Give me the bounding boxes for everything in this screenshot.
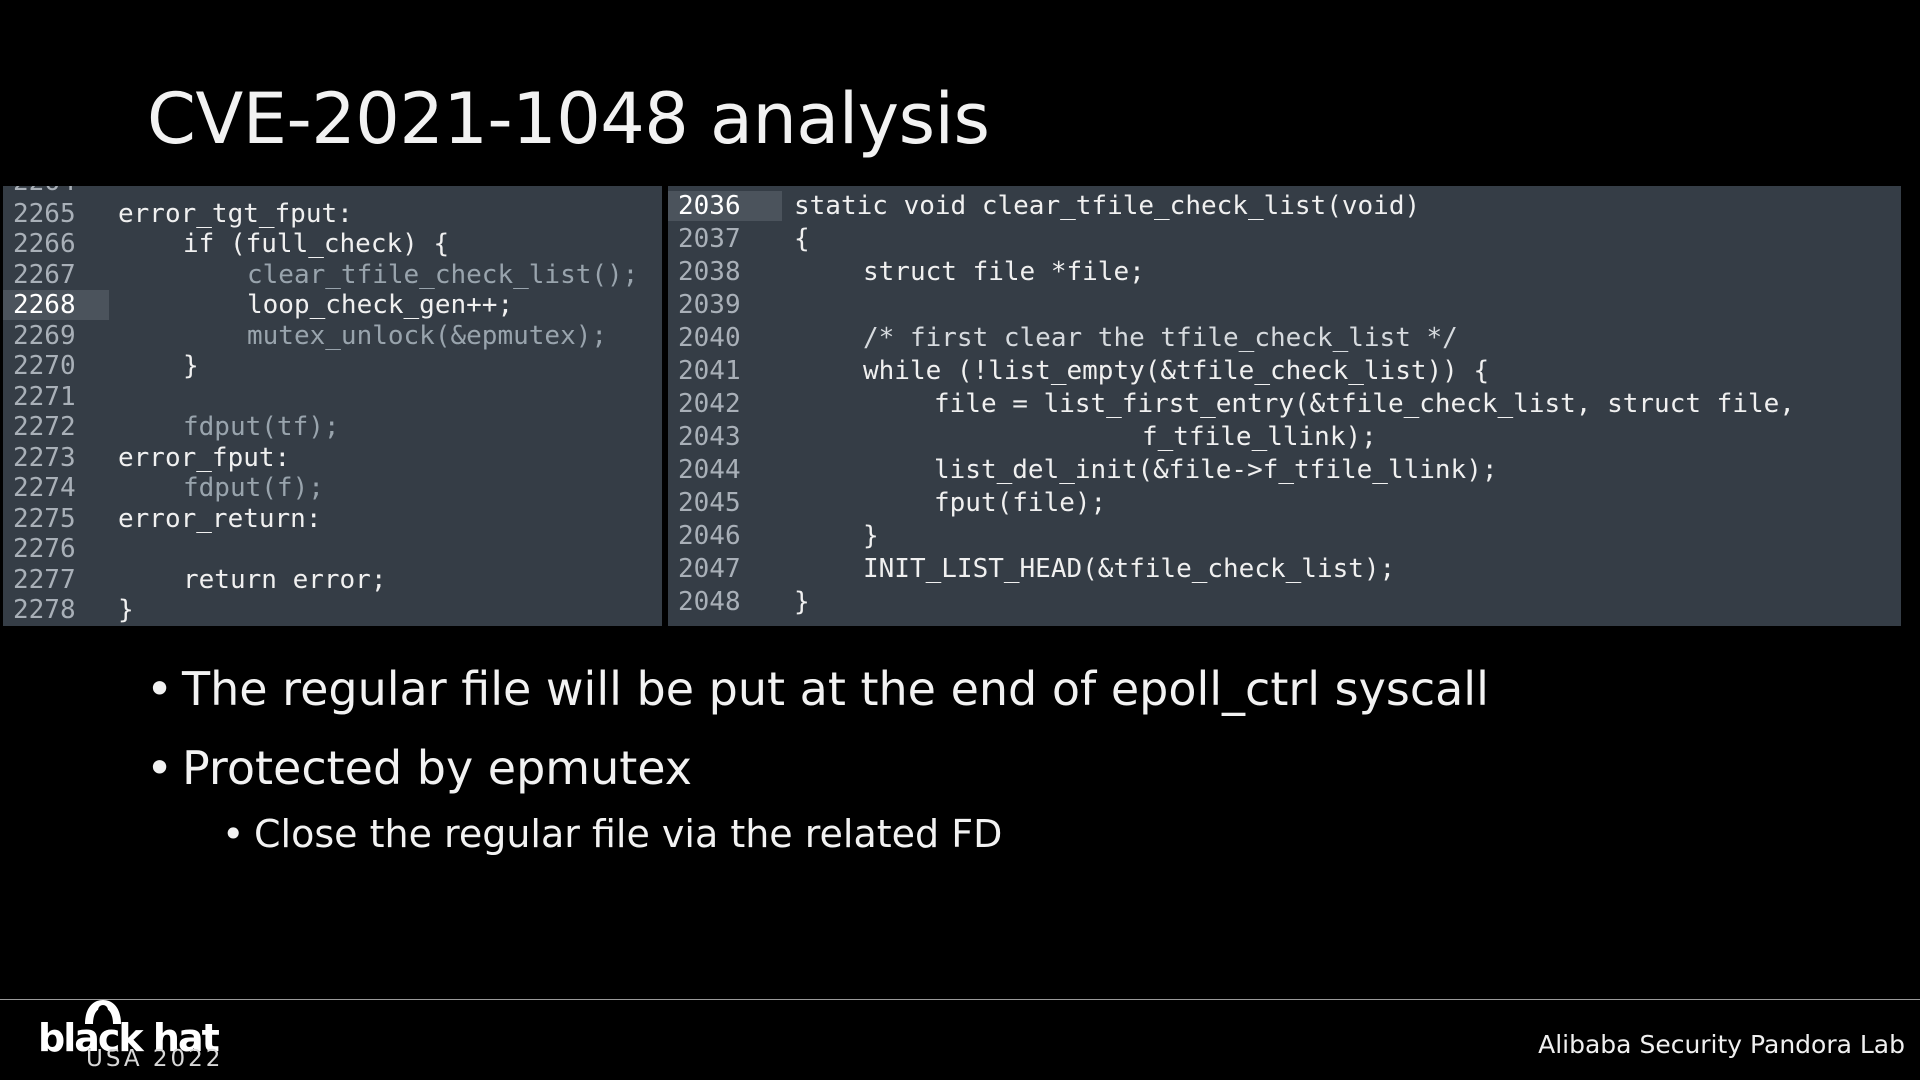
code-comment: /* first clear the tfile_check_list */	[863, 323, 1458, 353]
line-number: 2038	[678, 257, 741, 287]
code-text: }	[118, 595, 134, 625]
code-text: f_tfile_llink);	[1142, 422, 1377, 452]
line-number: 2043	[678, 422, 741, 452]
code-text: }	[794, 587, 810, 617]
line-number: 2276	[13, 534, 76, 564]
bullet-marker: •	[146, 662, 174, 716]
code-line: 2044 list_del_init(&file->f_tfile_llink)…	[668, 455, 1901, 485]
bullet-text: Protected by epmutex	[182, 741, 693, 795]
code-line-current: 2036 static void clear_tfile_check_list(…	[668, 191, 1901, 221]
code-line: 2274 fdput(f);	[3, 473, 662, 503]
line-number: 2274	[13, 473, 76, 503]
bullet-text: Close the regular file via the related F…	[254, 812, 1003, 856]
line-number-current: 2036	[668, 191, 782, 221]
code-line: 2271	[3, 382, 662, 412]
code-line: 2265 error_tgt_fput:	[3, 199, 662, 229]
bullet-item: • The regular file will be put at the en…	[146, 662, 1489, 716]
code-text: }	[863, 521, 879, 551]
code-text: static void clear_tfile_check_list(void)	[794, 191, 1421, 221]
code-line-current: 2268 loop_check_gen++;	[3, 290, 662, 320]
line-number: 2041	[678, 356, 741, 386]
logo-sub-text: USA 2022	[86, 1046, 224, 1072]
code-text: list_del_init(&file->f_tfile_llink);	[934, 455, 1498, 485]
code-text: error_fput:	[118, 443, 291, 473]
code-line: 2037 {	[668, 224, 1901, 254]
code-line: 2278 }	[3, 595, 662, 625]
code-text: fput(file);	[934, 488, 1107, 518]
code-text: if (full_check) {	[183, 229, 450, 259]
line-number: 2265	[13, 199, 76, 229]
code-text: loop_check_gen++;	[247, 290, 514, 320]
code-text: while (!list_empty(&tfile_check_list)) {	[863, 356, 1490, 386]
line-number: 2045	[678, 488, 741, 518]
line-number-partial: 2264	[13, 186, 76, 197]
line-number: 2275	[13, 504, 76, 534]
line-number: 2267	[13, 260, 76, 290]
code-text: {	[794, 224, 810, 254]
code-text: mutex_unlock(&epmutex);	[247, 321, 608, 351]
code-text: file = list_first_entry(&tfile_check_lis…	[934, 389, 1795, 419]
line-number: 2273	[13, 443, 76, 473]
code-line: 2048 }	[668, 587, 1901, 617]
line-number: 2269	[13, 321, 76, 351]
code-text: INIT_LIST_HEAD(&tfile_check_list);	[863, 554, 1396, 584]
code-text: clear_tfile_check_list();	[247, 260, 639, 290]
code-line: 2042 file = list_first_entry(&tfile_chec…	[668, 389, 1901, 419]
slide-title: CVE-2021-1048 analysis	[147, 78, 990, 160]
code-line: 2276	[3, 534, 662, 564]
line-number: 2277	[13, 565, 76, 595]
line-number: 2037	[678, 224, 741, 254]
code-line: 2045 fput(file);	[668, 488, 1901, 518]
line-number: 2040	[678, 323, 741, 353]
line-number: 2266	[13, 229, 76, 259]
line-number: 2272	[13, 412, 76, 442]
code-text: error_return:	[118, 504, 322, 534]
code-line: 2047 INIT_LIST_HEAD(&tfile_check_list);	[668, 554, 1901, 584]
blackhat-logo: black hat USA 2022	[38, 990, 238, 1072]
code-line: 2269 mutex_unlock(&epmutex);	[3, 321, 662, 351]
code-panel-right: 2036 static void clear_tfile_check_list(…	[668, 186, 1901, 626]
sub-bullet-item: • Close the regular file via the related…	[222, 812, 1003, 856]
footer-divider	[0, 999, 1920, 1000]
line-number: 2278	[13, 595, 76, 625]
code-panel-left: 2264 2265 error_tgt_fput: 2266 if (full_…	[3, 186, 662, 626]
code-line: 2273 error_fput:	[3, 443, 662, 473]
line-number: 2270	[13, 351, 76, 381]
code-line: 2277 return error;	[3, 565, 662, 595]
code-line: 2040 /* first clear the tfile_check_list…	[668, 323, 1901, 353]
bullet-text: The regular file will be put at the end …	[182, 662, 1489, 716]
code-text: fdput(tf);	[183, 412, 340, 442]
code-line: 2272 fdput(tf);	[3, 412, 662, 442]
code-line: 2267 clear_tfile_check_list();	[3, 260, 662, 290]
code-line: 2043 f_tfile_llink);	[668, 422, 1901, 452]
line-number-current: 2268	[3, 290, 109, 320]
code-line: 2270 }	[3, 351, 662, 381]
code-line: 2046 }	[668, 521, 1901, 551]
line-number: 2042	[678, 389, 741, 419]
code-line: 2041 while (!list_empty(&tfile_check_lis…	[668, 356, 1901, 386]
bullet-marker: •	[146, 741, 174, 795]
line-number: 2047	[678, 554, 741, 584]
line-number: 2044	[678, 455, 741, 485]
line-number: 2046	[678, 521, 741, 551]
code-text: error_tgt_fput:	[118, 199, 353, 229]
code-line: 2038 struct file *file;	[668, 257, 1901, 287]
line-number: 2048	[678, 587, 741, 617]
line-number: 2271	[13, 382, 76, 412]
code-text: struct file *file;	[863, 257, 1145, 287]
bullet-marker: •	[222, 812, 245, 856]
code-text: }	[183, 351, 199, 381]
bullet-item: • Protected by epmutex	[146, 741, 693, 795]
code-line: 2039	[668, 290, 1901, 320]
code-line: 2275 error_return:	[3, 504, 662, 534]
organization-name: Alibaba Security Pandora Lab	[1538, 1030, 1905, 1059]
code-line: 2266 if (full_check) {	[3, 229, 662, 259]
code-text: return error;	[183, 565, 387, 595]
code-text: fdput(f);	[183, 473, 324, 503]
line-number: 2039	[678, 290, 741, 320]
